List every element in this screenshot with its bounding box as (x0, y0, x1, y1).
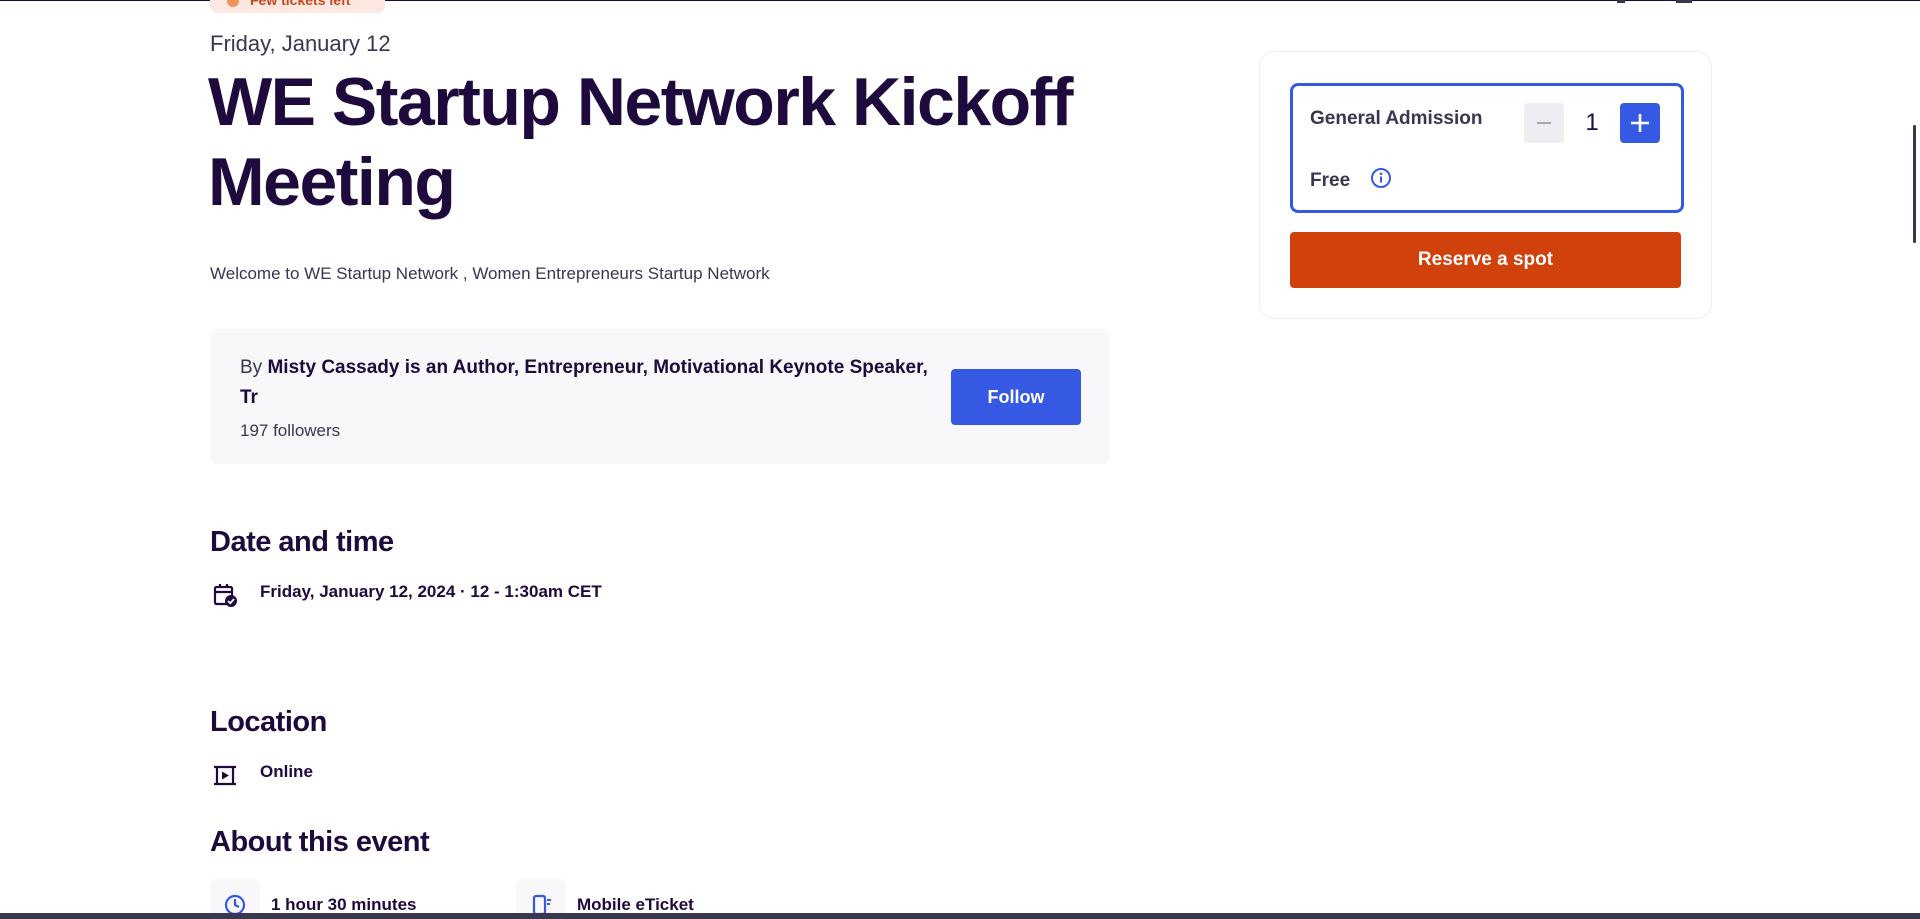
event-title: WE Startup Network Kickoff Meeting (208, 64, 1073, 220)
event-date-short: Friday, January 12 (210, 31, 391, 56)
ticket-price: Free (1310, 170, 1351, 191)
plus-icon (1631, 114, 1649, 132)
eticket-label: Mobile eTicket (577, 895, 694, 914)
location-value: Online (260, 762, 313, 781)
like-icon[interactable] (1617, 0, 1625, 3)
scrollbar-thumb[interactable] (1913, 125, 1916, 243)
about-heading: About this event (210, 826, 430, 858)
info-icon[interactable] (1370, 167, 1392, 189)
location-heading: Location (210, 706, 327, 738)
organizer-name[interactable]: Misty Cassady is an Author, Entrepreneur… (240, 357, 928, 408)
decrease-quantity-button[interactable] (1524, 103, 1564, 143)
date-time-heading: Date and time (210, 526, 394, 558)
follow-button[interactable]: Follow (951, 369, 1081, 425)
online-video-icon (214, 765, 236, 786)
ticket-name: General Admission (1310, 108, 1483, 129)
event-summary: Welcome to WE Startup Network , Women En… (210, 264, 770, 283)
reserve-spot-button[interactable]: Reserve a spot (1290, 232, 1681, 288)
duration-label: 1 hour 30 minutes (271, 895, 417, 914)
urgency-dot-icon (227, 0, 239, 7)
ticket-quantity: 1 (1585, 109, 1599, 136)
page-bottom-bar (0, 913, 1920, 919)
increase-quantity-button[interactable] (1620, 103, 1660, 143)
minus-icon (1537, 122, 1551, 124)
urgency-badge: Few tickets left (210, 0, 385, 13)
share-icon[interactable] (1676, 0, 1692, 3)
organizer-followers: 197 followers (240, 421, 341, 440)
event-datetime-value: Friday, January 12, 2024 · 12 - 1:30am C… (260, 582, 602, 601)
ticket-selector[interactable]: General Admission Free 1 (1290, 83, 1684, 213)
organizer-byline: By Misty Cassady is an Author, Entrepren… (240, 353, 940, 413)
organizer-by-prefix: By (240, 357, 263, 378)
organizer-panel: By Misty Cassady is an Author, Entrepren… (210, 329, 1110, 464)
calendar-check-icon (213, 584, 237, 607)
urgency-badge-label: Few tickets left (250, 0, 351, 8)
ticket-card: General Admission Free 1 Reserve a spot (1259, 51, 1712, 319)
